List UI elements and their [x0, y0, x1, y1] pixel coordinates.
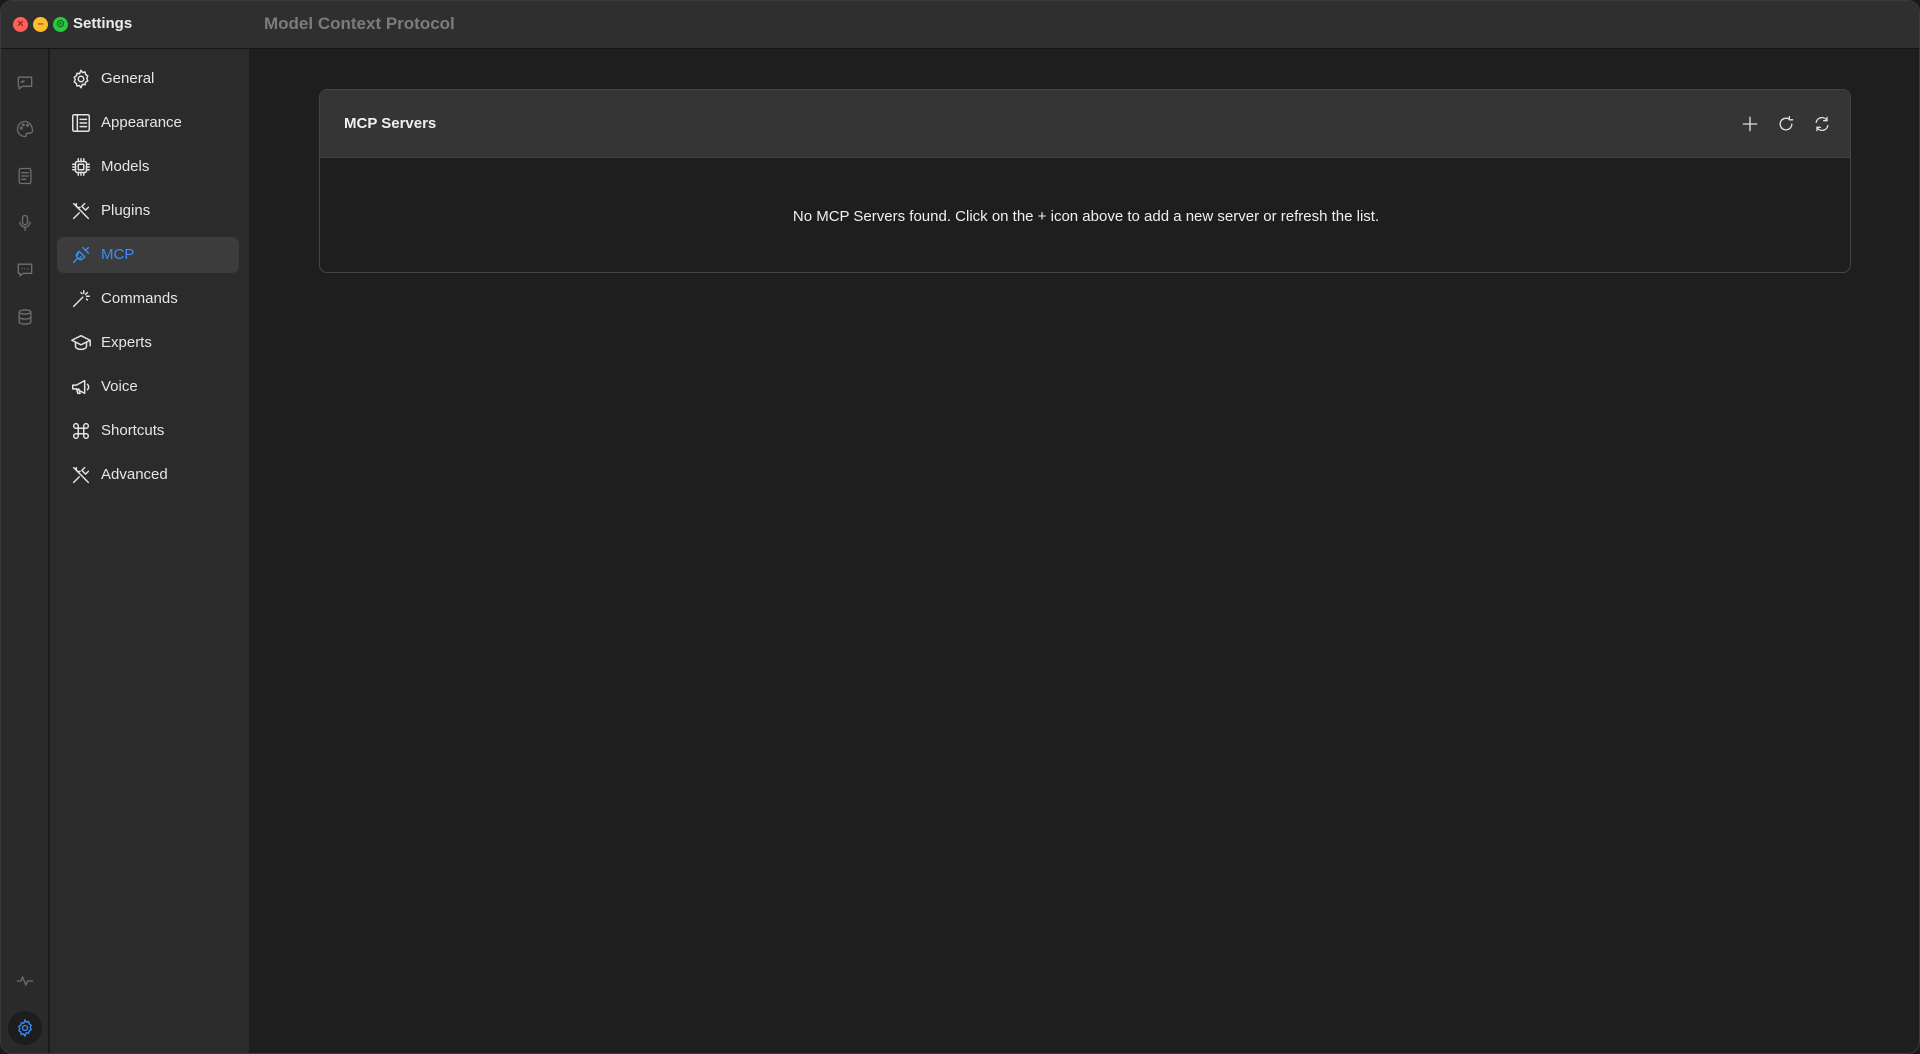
message-icon[interactable]	[13, 258, 37, 282]
close-icon: ×	[17, 18, 24, 30]
maximize-window-button[interactable]: ⊙	[53, 17, 68, 32]
sidebar-item-advanced[interactable]: Advanced	[57, 457, 239, 493]
microphone-icon[interactable]	[13, 211, 37, 235]
minimize-window-button[interactable]: –	[33, 17, 48, 32]
sidebar-item-general[interactable]: General	[57, 61, 239, 97]
sidebar-item-label: Plugins	[101, 202, 151, 219]
rail-settings-button[interactable]	[8, 1011, 42, 1045]
tools-icon	[70, 200, 92, 222]
activity-icon[interactable]	[13, 969, 37, 993]
chat-icon[interactable]	[13, 71, 37, 95]
sidebar-item-appearance[interactable]: Appearance	[57, 105, 239, 141]
sync-button[interactable]	[1810, 112, 1834, 136]
sidebar-item-experts[interactable]: Experts	[57, 325, 239, 361]
mcp-servers-panel: MCP Servers No MCP Servers found. Click …	[319, 89, 1851, 273]
close-window-button[interactable]: ×	[13, 17, 28, 32]
sidebar-item-label: Advanced	[101, 466, 168, 483]
sidebar-item-label: Shortcuts	[101, 422, 165, 439]
sidebar-item-models[interactable]: Models	[57, 149, 239, 185]
settings-sidebar: General Appearance Models Plugins MCP Co…	[50, 49, 250, 1053]
palette-icon[interactable]	[13, 117, 37, 141]
layout-icon	[70, 112, 92, 134]
reload-button[interactable]	[1774, 112, 1798, 136]
tools-icon	[70, 464, 92, 486]
gear-icon	[70, 68, 92, 90]
database-icon[interactable]	[13, 305, 37, 329]
sync-icon	[1815, 116, 1829, 132]
magic-wand-icon	[70, 288, 92, 310]
sidebar-item-shortcuts[interactable]: Shortcuts	[57, 413, 239, 449]
sidebar-item-mcp[interactable]: MCP	[57, 237, 239, 273]
sidebar-item-voice[interactable]: Voice	[57, 369, 239, 405]
empty-state-message: No MCP Servers found. Click on the + ico…	[792, 208, 1380, 225]
minimize-icon: –	[37, 18, 44, 30]
add-server-button[interactable]	[1738, 112, 1762, 136]
sidebar-item-label: Commands	[101, 290, 178, 307]
app-title: Settings	[73, 15, 133, 32]
document-icon[interactable]	[13, 164, 37, 188]
sidebar-item-plugins[interactable]: Plugins	[57, 193, 239, 229]
command-icon	[70, 420, 92, 442]
plus-icon	[1742, 116, 1758, 132]
maximize-icon: ⊙	[55, 18, 66, 30]
settings-window: × – ⊙ Settings Model Context Protocol Ge…	[0, 0, 1920, 1054]
sidebar-item-label: MCP	[101, 246, 135, 263]
sidebar-item-label: Experts	[101, 334, 152, 351]
title-bar: × – ⊙ Settings Model Context Protocol	[1, 1, 1919, 49]
reload-icon	[1779, 115, 1794, 131]
graduation-cap-icon	[70, 332, 92, 354]
sidebar-item-label: Appearance	[101, 114, 182, 131]
plug-icon	[70, 244, 92, 266]
main-content: MCP Servers No MCP Servers found. Click …	[250, 49, 1919, 1053]
icon-rail	[1, 49, 49, 1053]
megaphone-icon	[70, 376, 92, 398]
panel-header: MCP Servers	[320, 90, 1850, 158]
gear-icon	[18, 1018, 32, 1038]
panel-title: MCP Servers	[344, 115, 437, 132]
sidebar-item-commands[interactable]: Commands	[57, 281, 239, 317]
sidebar-item-label: General	[101, 70, 155, 87]
sidebar-item-label: Voice	[101, 378, 138, 395]
sidebar-item-label: Models	[101, 158, 150, 175]
page-heading: Model Context Protocol	[264, 14, 455, 33]
chip-icon	[70, 156, 92, 178]
